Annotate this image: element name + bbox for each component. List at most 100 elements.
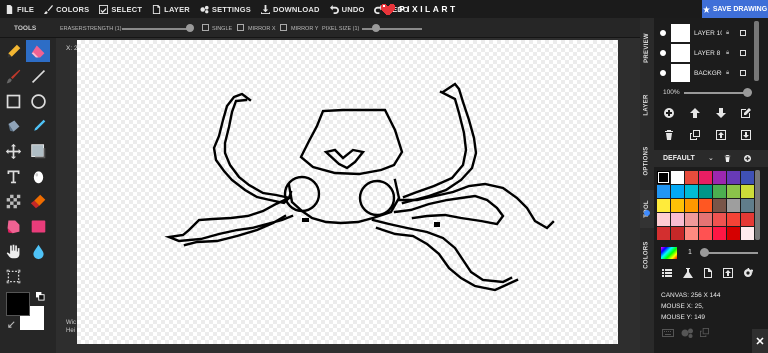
strength-slider-knob[interactable] [186, 24, 194, 32]
color-swatch[interactable] [713, 171, 726, 184]
rectangle-tool[interactable] [1, 90, 25, 112]
color-swatch[interactable] [699, 199, 712, 212]
tab-layer[interactable]: LAYER [640, 78, 654, 132]
delete-layer-button[interactable] [663, 129, 675, 141]
settings-button[interactable] [742, 267, 754, 279]
save-drawing-button[interactable]: SAVE DRAWING [702, 0, 768, 18]
move-layer-up-button[interactable] [689, 107, 701, 119]
flask-button[interactable] [682, 267, 694, 279]
palette-name[interactable]: DEFAULT [663, 155, 695, 162]
color-swatch[interactable] [685, 199, 698, 212]
shade-tool[interactable] [26, 140, 50, 162]
layer-list-scrollbar[interactable] [754, 21, 759, 81]
select-menu[interactable]: SELECT [94, 0, 147, 18]
plus-icon[interactable] [744, 155, 751, 162]
pixel-size-slider[interactable] [362, 28, 422, 30]
brush-size-slider-knob[interactable] [700, 248, 709, 257]
list-view-button[interactable] [661, 267, 673, 279]
brush-size-slider[interactable] [704, 252, 758, 254]
brand-logo[interactable]: PIXILART [381, 1, 458, 17]
color-swatch[interactable] [727, 171, 740, 184]
chevron-down-icon[interactable]: ⌄ [708, 154, 714, 162]
single-checkbox[interactable] [202, 24, 209, 31]
merge-up-button[interactable] [715, 129, 727, 141]
pencil-tool[interactable] [1, 40, 25, 62]
undo-button[interactable]: UNDO [325, 0, 370, 18]
colors-menu[interactable]: COLORS [39, 0, 94, 18]
color-swatch[interactable] [741, 185, 754, 198]
color-swatch[interactable] [657, 185, 670, 198]
opacity-slider-knob[interactable] [743, 88, 752, 97]
color-swatch[interactable] [685, 213, 698, 226]
visibility-toggle[interactable] [660, 70, 666, 76]
tab-tool[interactable]: TOOL [640, 190, 654, 228]
tab-colors[interactable]: COLORS [640, 228, 654, 282]
pixel-size-slider-knob[interactable] [372, 24, 380, 32]
color-swatch[interactable] [727, 227, 740, 240]
color-swatch[interactable] [727, 185, 740, 198]
color-swatch[interactable] [727, 199, 740, 212]
color-swatch[interactable] [657, 227, 670, 240]
download-menu[interactable]: DOWNLOAD [256, 0, 325, 18]
swatch-tool[interactable] [26, 215, 50, 237]
color-swatch[interactable] [657, 213, 670, 226]
color-swatch[interactable] [713, 227, 726, 240]
gradient-tool[interactable] [1, 215, 25, 237]
color-swatch[interactable] [713, 213, 726, 226]
pan-tool[interactable] [1, 240, 25, 262]
color-swatch[interactable] [699, 185, 712, 198]
layer-select-checkbox[interactable] [740, 50, 746, 56]
color-swatch[interactable] [671, 171, 684, 184]
brush-tool[interactable] [1, 65, 25, 87]
dither-tool[interactable] [1, 190, 25, 212]
lock-icon[interactable]: 🔒︎ [726, 70, 729, 77]
cogs-icon[interactable] [681, 328, 693, 338]
color-swatch[interactable] [657, 171, 670, 184]
color-swatch[interactable] [741, 213, 754, 226]
color-swatch[interactable] [741, 227, 754, 240]
duplicate-layer-button[interactable] [689, 129, 701, 141]
color-swatch[interactable] [685, 185, 698, 198]
copy-icon[interactable] [700, 328, 709, 337]
add-layer-button[interactable] [663, 107, 675, 119]
color-swatch[interactable] [671, 213, 684, 226]
color-swatch[interactable] [671, 227, 684, 240]
color-swatch[interactable] [657, 199, 670, 212]
circle-tool[interactable] [26, 90, 50, 112]
drop-tool[interactable] [26, 240, 50, 262]
tab-options[interactable]: OPTIONS [640, 132, 654, 190]
strength-slider[interactable] [122, 28, 192, 30]
mirror-y-checkbox[interactable] [280, 24, 287, 31]
file-button[interactable] [702, 267, 714, 279]
visibility-toggle[interactable] [660, 30, 666, 36]
layer-row[interactable]: LAYER 10 🔒︎ [654, 24, 754, 42]
file-menu[interactable]: FILE [0, 0, 39, 18]
layer-row[interactable]: LAYER 8 🔒︎ [654, 44, 754, 62]
color-swatch[interactable] [671, 199, 684, 212]
palette-scrollbar[interactable] [755, 170, 760, 240]
lighten-tool[interactable] [26, 165, 50, 187]
settings-menu[interactable]: SETTINGS [195, 0, 256, 18]
move-layer-down-button[interactable] [715, 107, 727, 119]
layer-menu[interactable]: LAYER [147, 0, 195, 18]
merge-down-button[interactable] [740, 129, 752, 141]
line-tool[interactable] [26, 65, 50, 87]
export-button[interactable] [722, 267, 734, 279]
swap-colors-icon[interactable] [36, 292, 45, 301]
trash-icon[interactable] [724, 155, 731, 162]
visibility-toggle[interactable] [660, 50, 666, 56]
replace-tool[interactable] [26, 190, 50, 212]
reset-colors-icon[interactable] [7, 320, 16, 329]
move-tool[interactable] [1, 140, 25, 162]
layer-row[interactable]: BACKGROUND 🔒︎ [654, 64, 754, 82]
color-picker-icon[interactable] [661, 247, 677, 259]
color-swatch[interactable] [713, 199, 726, 212]
color-swatch[interactable] [741, 171, 754, 184]
mirror-x-checkbox[interactable] [237, 24, 244, 31]
color-swatch[interactable] [685, 171, 698, 184]
tab-preview[interactable]: PREVIEW [640, 18, 654, 78]
lock-icon[interactable]: 🔒︎ [726, 30, 729, 37]
color-swatch[interactable] [699, 171, 712, 184]
text-tool[interactable] [1, 165, 25, 187]
lock-icon[interactable]: 🔒︎ [726, 50, 729, 57]
